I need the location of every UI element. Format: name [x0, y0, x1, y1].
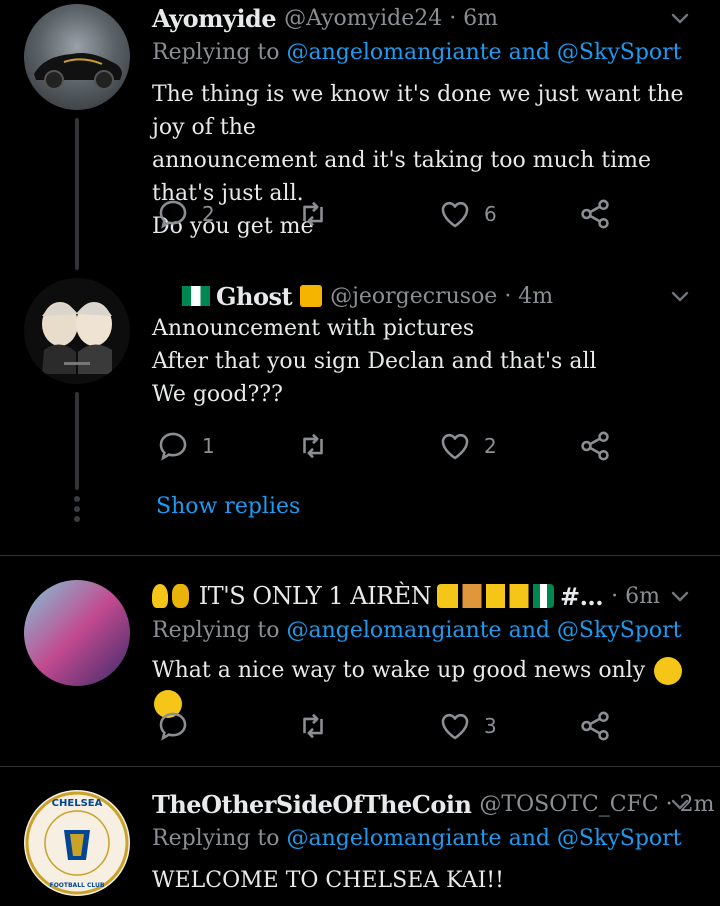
mention-link[interactable]: @angelomangiante and @SkySport: [287, 826, 682, 851]
reply-button[interactable]: 1: [156, 426, 215, 466]
retweet-icon: [296, 429, 330, 463]
replying-prefix: Replying to: [152, 40, 280, 65]
avatar[interactable]: CHELSEA FOOTBALL CLUB: [24, 790, 130, 896]
divider: [0, 766, 720, 767]
handle-timestamp[interactable]: · 6m: [611, 584, 660, 609]
share-button[interactable]: [578, 426, 612, 466]
handle-timestamp[interactable]: @jeorgecrusoe · 4m: [330, 284, 553, 309]
reply-count: 2: [202, 202, 215, 226]
like-button[interactable]: 6: [438, 194, 497, 234]
replying-to: Replying to @angelomangiante and @SkySpo…: [152, 40, 682, 65]
mention-link[interactable]: @angelomangiante and @SkySport: [287, 40, 682, 65]
avatar[interactable]: [24, 580, 130, 686]
tweet[interactable]: CHELSEA FOOTBALL CLUB TheOtherSideOfTheC…: [0, 786, 720, 906]
like-count: 3: [484, 714, 497, 738]
text-line: We good???: [152, 382, 283, 407]
tweet-text: Announcement with pictures After that yo…: [152, 312, 690, 411]
avatar[interactable]: [24, 278, 130, 384]
display-name[interactable]: IT'S ONLY 1 AIRÈN: [199, 582, 432, 610]
chevron-down-icon[interactable]: [668, 584, 692, 608]
tweet-actions: 1 2: [152, 426, 632, 466]
reply-icon: [156, 197, 190, 231]
share-icon: [578, 197, 612, 231]
mention-link[interactable]: @angelomangiante and @SkySport: [287, 618, 682, 643]
display-name[interactable]: TheOtherSideOfTheCoin: [152, 790, 472, 819]
chevron-down-icon[interactable]: [668, 6, 692, 30]
reply-count: 1: [202, 434, 215, 458]
handle-timestamp[interactable]: @Ayomyide24 · 6m: [284, 6, 498, 31]
like-count: 2: [484, 434, 497, 458]
display-name[interactable]: Ghost: [216, 282, 293, 311]
text-line: Announcement with pictures: [152, 316, 475, 341]
tweet-actions: 2 6: [152, 194, 632, 234]
text-line: WELCOME TO CHELSEA KAI!!: [152, 868, 504, 893]
show-replies-link[interactable]: Show replies: [156, 494, 300, 519]
corn-icon: [171, 584, 189, 608]
retweet-button[interactable]: [296, 426, 330, 466]
chevron-down-icon[interactable]: [668, 792, 692, 816]
text-line: The thing is we know it's done we just w…: [152, 82, 684, 140]
retweet-button[interactable]: [296, 194, 330, 234]
retweet-button[interactable]: [296, 706, 330, 746]
display-name[interactable]: Ayomyide: [152, 4, 277, 33]
like-icon: [438, 709, 472, 743]
thread-line: [75, 118, 79, 270]
crest-text-bottom: FOOTBALL CLUB: [50, 882, 105, 889]
replying-prefix: Replying to: [152, 618, 280, 643]
tweet[interactable]: Ayomyide @Ayomyide24 · 6m Replying to @a…: [0, 0, 720, 270]
emoji-row-icon: [437, 584, 554, 608]
display-name-suffix: #...: [559, 581, 604, 611]
flag-icon: [182, 286, 210, 306]
like-icon: [438, 429, 472, 463]
reply-icon: [156, 429, 190, 463]
share-icon: [578, 709, 612, 743]
text-line: After that you sign Declan and that's al…: [152, 349, 597, 374]
share-button[interactable]: [578, 194, 612, 234]
divider: [0, 555, 720, 556]
crest-text-top: CHELSEA: [52, 798, 103, 809]
chelsea-crest-icon: CHELSEA FOOTBALL CLUB: [25, 791, 129, 895]
tweet-actions: 3: [152, 706, 632, 746]
reply-icon: [156, 709, 190, 743]
like-button[interactable]: 3: [438, 706, 497, 746]
car-image-icon: [34, 53, 122, 90]
share-button[interactable]: [578, 706, 612, 746]
thread-line: [75, 392, 79, 490]
cartoon-avatar-icon: [42, 302, 112, 374]
reply-button[interactable]: [156, 706, 190, 746]
replying-to: Replying to @angelomangiante and @SkySpo…: [152, 826, 682, 851]
text-line: What a nice way to wake up good news onl…: [152, 658, 646, 683]
share-icon: [578, 429, 612, 463]
chevron-down-icon[interactable]: [668, 284, 692, 308]
lightbulb-icon: [152, 584, 168, 608]
replying-to: Replying to @angelomangiante and @SkySpo…: [152, 618, 682, 643]
grin-emoji-icon: [654, 657, 683, 685]
retweet-icon: [296, 709, 330, 743]
like-icon: [438, 197, 472, 231]
like-count: 6: [484, 202, 497, 226]
tweet[interactable]: Ghost @jeorgecrusoe · 4m Announcement wi…: [0, 278, 720, 554]
tweet[interactable]: IT'S ONLY 1 AIRÈN #... · 6m Replying to …: [0, 578, 720, 764]
replying-prefix: Replying to: [152, 826, 280, 851]
like-button[interactable]: 2: [438, 426, 497, 466]
retweet-icon: [296, 197, 330, 231]
more-replies-dots: [73, 496, 81, 526]
avatar[interactable]: [24, 4, 130, 110]
reply-button[interactable]: 2: [156, 194, 215, 234]
gemini-icon: [300, 285, 323, 307]
tweet-text: WELCOME TO CHELSEA KAI!!: [152, 864, 690, 897]
